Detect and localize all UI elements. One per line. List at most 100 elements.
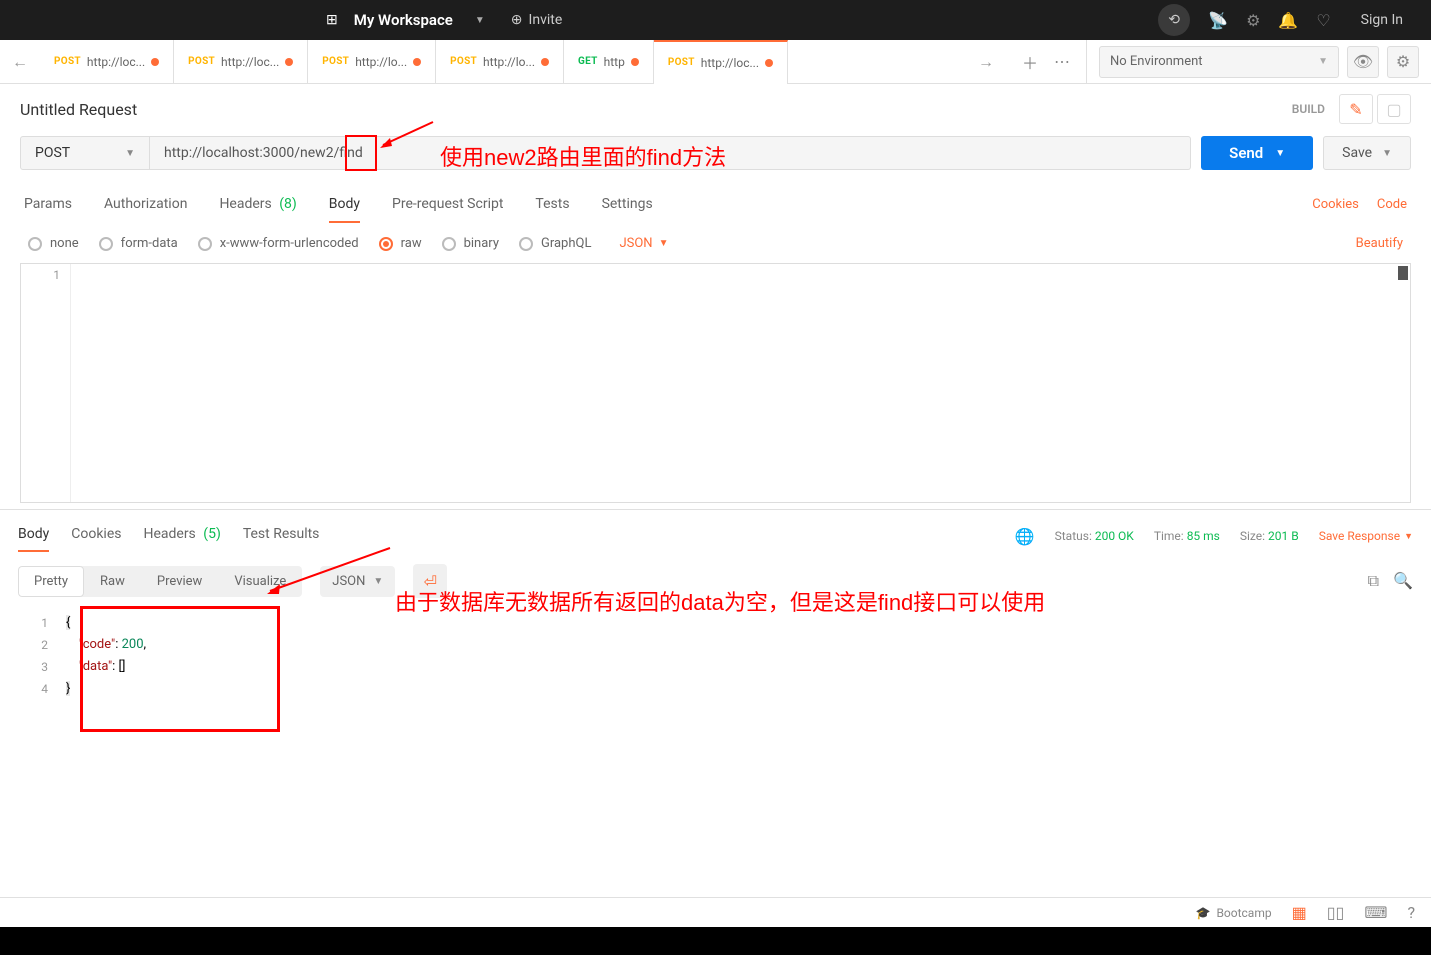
tab-more-button[interactable]: ⋯ <box>1050 48 1074 75</box>
search-button[interactable]: 🔍 <box>1393 571 1413 591</box>
panel-layout-button[interactable]: ▦ <box>1292 903 1307 922</box>
sync-button[interactable]: ⟲ <box>1158 4 1190 36</box>
heart-icon[interactable]: ♡ <box>1316 11 1330 30</box>
env-settings-button[interactable]: ⚙ <box>1387 46 1419 78</box>
view-pretty[interactable]: Pretty <box>18 566 84 597</box>
radio-raw[interactable]: raw <box>379 236 422 251</box>
resp-tab-headers[interactable]: Headers (5) <box>143 520 220 552</box>
resp-tab-tests[interactable]: Test Results <box>243 520 320 552</box>
radio-binary[interactable]: binary <box>442 236 499 251</box>
radio-formdata[interactable]: form-data <box>99 236 178 251</box>
globe-icon[interactable]: 🌐 <box>1015 527 1035 546</box>
chevron-down-icon: ▼ <box>1382 148 1392 159</box>
tab-nav-next[interactable]: → <box>966 52 1006 72</box>
copy-button[interactable]: ⧉ <box>1368 571 1379 591</box>
size-value: 201 B <box>1268 529 1299 543</box>
settings-icon[interactable]: ⚙ <box>1246 11 1260 30</box>
tab-body[interactable]: Body <box>329 186 360 222</box>
taskbar <box>0 927 1431 955</box>
environment-select[interactable]: No Environment ▼ <box>1099 46 1339 78</box>
env-preview-button[interactable]: 👁 <box>1347 46 1379 78</box>
eye-icon: 👁 <box>1353 52 1373 71</box>
dirty-dot-icon <box>541 58 549 66</box>
response-body-editor: 1 2 3 4 { "code": 200, "data": [] } <box>18 608 1413 704</box>
satellite-icon[interactable]: 📡 <box>1208 11 1228 30</box>
view-visualize[interactable]: Visualize <box>218 566 302 597</box>
build-label[interactable]: BUILD <box>1292 102 1325 116</box>
body-format-select[interactable]: JSON▼ <box>619 236 668 251</box>
code-link[interactable]: Code <box>1377 197 1407 212</box>
comment-button[interactable]: ▢ <box>1377 94 1411 124</box>
chevron-down-icon[interactable]: ▼ <box>475 15 485 26</box>
new-tab-button[interactable]: ＋ <box>1018 46 1042 78</box>
request-tabs: Params Authorization Headers (8) Body Pr… <box>0 184 1431 224</box>
request-tab[interactable]: POSThttp://lo... <box>436 40 564 84</box>
chevron-down-icon: ▼ <box>1318 56 1328 67</box>
tab-name: http://lo... <box>483 55 535 69</box>
request-title[interactable]: Untitled Request <box>20 100 1292 119</box>
time-value: 85 ms <box>1187 529 1220 543</box>
view-mode-tabs: Pretty Raw Preview Visualize <box>18 566 302 597</box>
view-raw[interactable]: Raw <box>84 566 141 597</box>
edit-button[interactable]: ✎ <box>1339 94 1373 124</box>
wrap-lines-button[interactable]: ⏎ <box>413 564 447 598</box>
pencil-icon: ✎ <box>1349 100 1362 119</box>
view-preview[interactable]: Preview <box>141 566 218 597</box>
tab-name: http://loc... <box>221 55 279 69</box>
signin-button[interactable]: Sign In <box>1349 6 1415 34</box>
workspace-icon: ⊞ <box>326 12 338 28</box>
tab-authorization[interactable]: Authorization <box>104 186 187 222</box>
radio-none[interactable]: none <box>28 236 79 251</box>
request-tab[interactable]: GET http <box>564 40 654 84</box>
tab-method: GET <box>578 56 598 67</box>
invite-button[interactable]: ⊕ Invite <box>501 8 572 32</box>
method-select[interactable]: POST ▼ <box>20 136 150 170</box>
tab-settings[interactable]: Settings <box>602 186 653 222</box>
response-content[interactable]: { "code": 200, "data": [] } <box>58 608 154 704</box>
save-button[interactable]: Save ▼ <box>1323 136 1411 170</box>
workspace-name[interactable]: My Workspace <box>354 11 453 29</box>
save-response-button[interactable]: Save Response ▼ <box>1319 529 1413 543</box>
tabs-row: ← POSThttp://loc... POSThttp://loc... PO… <box>0 40 1086 84</box>
editor-content[interactable] <box>71 264 1410 502</box>
save-label: Save <box>1342 145 1372 161</box>
radio-icon <box>99 237 113 251</box>
beautify-button[interactable]: Beautify <box>1356 236 1403 251</box>
url-input[interactable] <box>150 136 1191 170</box>
url-row: POST ▼ Send ▼ Save ▼ <box>0 136 1431 184</box>
tab-method: POST <box>188 56 215 67</box>
tab-tests[interactable]: Tests <box>535 186 569 222</box>
request-tab[interactable]: POSThttp://loc... <box>40 40 174 84</box>
send-button[interactable]: Send ▼ <box>1201 136 1313 170</box>
radio-graphql[interactable]: GraphQL <box>519 236 591 251</box>
dirty-dot-icon <box>413 58 421 66</box>
resp-tab-cookies[interactable]: Cookies <box>71 520 121 552</box>
request-tab[interactable]: POST http://loc... <box>174 40 308 84</box>
tab-params[interactable]: Params <box>24 186 72 222</box>
request-tab[interactable]: POSThttp://lo... <box>308 40 436 84</box>
body-type-selector: none form-data x-www-form-urlencoded raw… <box>0 224 1431 263</box>
size-label: Size: 201 B <box>1240 529 1299 543</box>
tab-headers[interactable]: Headers (8) <box>219 186 296 222</box>
tab-method: POST <box>668 57 695 68</box>
tab-name: http <box>604 55 625 69</box>
help-button[interactable]: ? <box>1407 903 1415 922</box>
resp-tab-body[interactable]: Body <box>18 520 49 552</box>
notification-icon[interactable]: 🔔 <box>1278 11 1298 30</box>
tab-prerequest[interactable]: Pre-request Script <box>392 186 503 222</box>
tab-nav-prev[interactable]: ← <box>0 52 40 72</box>
headers-count: (8) <box>279 196 297 212</box>
comment-icon: ▢ <box>1386 100 1401 119</box>
tab-method: POST <box>54 56 81 67</box>
radio-urlencoded[interactable]: x-www-form-urlencoded <box>198 236 359 251</box>
dirty-dot-icon <box>151 58 159 66</box>
dirty-dot-icon <box>765 59 773 67</box>
request-body-editor[interactable]: 1 <box>20 263 1411 503</box>
bootcamp-link[interactable]: 🎓Bootcamp <box>1195 906 1271 920</box>
chevron-down-icon: ▼ <box>373 576 383 587</box>
keyboard-button[interactable]: ⌨ <box>1364 903 1387 922</box>
two-pane-button[interactable]: ▯▯ <box>1327 903 1345 922</box>
cookies-link[interactable]: Cookies <box>1312 197 1359 212</box>
request-tab-active[interactable]: POSThttp://loc... <box>654 40 788 84</box>
response-format-select[interactable]: JSON▼ <box>320 566 395 597</box>
